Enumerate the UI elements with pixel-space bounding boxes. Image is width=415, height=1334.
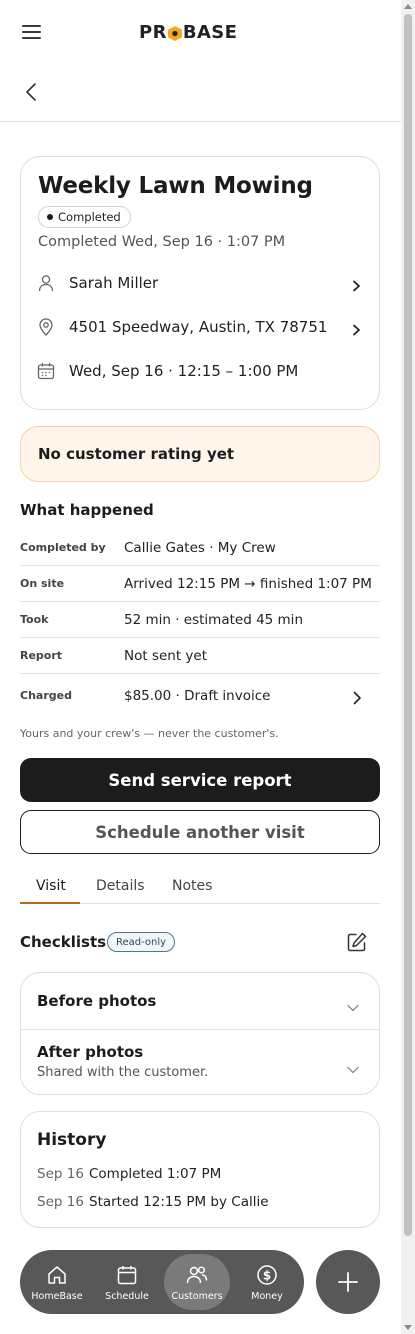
what-happened-heading: What happened xyxy=(20,501,154,519)
add-button[interactable] xyxy=(316,1250,380,1314)
nav-label: Schedule xyxy=(105,1291,149,1302)
customer-name: Sarah Miller xyxy=(69,274,159,292)
plus-icon xyxy=(338,1272,358,1292)
tab-bar: Visit Details Notes xyxy=(20,870,380,904)
bottom-nav: HomeBase Schedule Customers $ Money xyxy=(20,1250,304,1314)
top-bar: PR BASE xyxy=(0,0,401,62)
completed-timestamp: Completed Wed, Sep 16 · 1:07 PM xyxy=(38,234,286,250)
detail-row-completed-by: Completed by Callie Gates · My Crew xyxy=(20,530,380,566)
app: PR BASE Weekly Lawn Mowing Completed Com… xyxy=(0,0,401,1334)
checklist-title: After photos xyxy=(37,1043,144,1061)
history-card: History Sep 16 Completed 1:07 PM Sep 16 … xyxy=(20,1111,380,1228)
dollar-icon: $ xyxy=(256,1264,278,1286)
checklist-before-photos[interactable]: Before photos xyxy=(21,973,379,1029)
detail-row-took: Took 52 min · estimated 45 min xyxy=(20,602,380,638)
address-row[interactable]: 4501 Speedway, Austin, TX 78751 xyxy=(21,309,379,345)
schedule-text: Wed, Sep 16 · 12:15 – 1:00 PM xyxy=(69,362,299,380)
read-only-badge: Read-only xyxy=(107,932,176,952)
schedule-row: Wed, Sep 16 · 12:15 – 1:00 PM xyxy=(21,353,379,389)
tab-details[interactable]: Details xyxy=(96,878,145,894)
status-dot-icon xyxy=(47,214,53,220)
nav-label: HomeBase xyxy=(31,1291,83,1302)
users-icon xyxy=(186,1264,208,1286)
detail-key: On site xyxy=(20,577,65,590)
history-event: Started 12:15 PM by Callie xyxy=(89,1194,269,1210)
history-heading: History xyxy=(37,1130,107,1150)
history-date: Sep 16 xyxy=(37,1166,84,1182)
chevron-right-icon xyxy=(352,690,362,705)
nav-money[interactable]: $ Money xyxy=(234,1254,300,1310)
chevron-down-icon xyxy=(347,1059,359,1074)
tab-visit[interactable]: Visit xyxy=(36,878,66,894)
checklist-after-photos[interactable]: After photos Shared with the customer. xyxy=(21,1030,379,1094)
chevron-right-icon xyxy=(351,277,361,292)
logo-hex-icon xyxy=(167,25,182,41)
history-event: Completed 1:07 PM xyxy=(89,1166,222,1182)
customer-rating-banner: No customer rating yet xyxy=(20,426,380,482)
back-row xyxy=(0,62,401,122)
detail-row-charged[interactable]: Charged $85.00 · Draft invoice xyxy=(20,674,380,718)
calendar-icon xyxy=(37,362,55,380)
detail-value: Arrived 12:15 PM → finished 1:07 PM xyxy=(124,576,372,592)
scroll-up-arrow-icon[interactable] xyxy=(404,4,412,9)
detail-key: Took xyxy=(20,613,49,626)
chevron-down-icon xyxy=(347,997,359,1012)
detail-key: Charged xyxy=(20,689,72,702)
checklists-card: Before photos After photos Shared with t… xyxy=(20,972,380,1095)
address-text: 4501 Speedway, Austin, TX 78751 xyxy=(69,318,328,336)
detail-value: $85.00 · Draft invoice xyxy=(124,688,271,704)
privacy-footnote: Yours and your crew's — never the custom… xyxy=(20,727,279,740)
detail-value: Not sent yet xyxy=(124,648,208,664)
nav-label: Customers xyxy=(171,1291,223,1302)
schedule-another-visit-button[interactable]: Schedule another visit xyxy=(20,810,380,854)
edit-pencil-icon[interactable] xyxy=(346,931,368,953)
nav-label: Money xyxy=(251,1291,283,1302)
nav-customers[interactable]: Customers xyxy=(164,1254,230,1310)
job-summary-card: Weekly Lawn Mowing Completed Completed W… xyxy=(20,156,380,410)
logo-text-right: BASE xyxy=(182,21,238,43)
active-tab-indicator xyxy=(20,902,80,904)
calendar-icon xyxy=(116,1264,138,1286)
back-arrow-icon[interactable] xyxy=(22,82,42,102)
customer-row[interactable]: Sarah Miller xyxy=(21,265,379,301)
svg-text:$: $ xyxy=(263,1269,271,1283)
tab-notes[interactable]: Notes xyxy=(172,878,212,894)
scrollbar-thumb[interactable] xyxy=(404,14,412,1236)
nav-schedule[interactable]: Schedule xyxy=(94,1254,160,1310)
detail-key: Report xyxy=(20,649,63,662)
menu-icon[interactable] xyxy=(22,24,42,40)
home-icon xyxy=(46,1264,68,1286)
detail-value: Callie Gates · My Crew xyxy=(124,540,276,556)
chevron-right-icon xyxy=(351,321,361,336)
probase-logo: PR BASE xyxy=(139,21,238,43)
send-service-report-button[interactable]: Send service report xyxy=(20,758,380,802)
status-label: Completed xyxy=(58,210,121,224)
person-icon xyxy=(37,274,55,292)
nav-homebase[interactable]: HomeBase xyxy=(24,1254,90,1310)
checklists-heading: Checklists xyxy=(20,933,107,951)
location-pin-icon xyxy=(37,318,55,336)
detail-key: Completed by xyxy=(20,541,106,554)
logo-text-left: PR xyxy=(139,21,167,43)
status-badge: Completed xyxy=(38,206,131,228)
rating-text: No customer rating yet xyxy=(38,445,235,463)
history-date: Sep 16 xyxy=(37,1194,84,1210)
checklist-subtitle: Shared with the customer. xyxy=(37,1065,209,1080)
what-happened-table: Completed by Callie Gates · My Crew On s… xyxy=(20,530,380,718)
detail-row-report: Report Not sent yet xyxy=(20,638,380,674)
vertical-scrollbar[interactable] xyxy=(401,0,415,1334)
job-title: Weekly Lawn Mowing xyxy=(38,173,313,199)
detail-row-on-site: On site Arrived 12:15 PM → finished 1:07… xyxy=(20,566,380,602)
scroll-down-arrow-icon[interactable] xyxy=(404,1325,412,1330)
detail-value: 52 min · estimated 45 min xyxy=(124,612,303,628)
checklist-title: Before photos xyxy=(37,992,157,1010)
